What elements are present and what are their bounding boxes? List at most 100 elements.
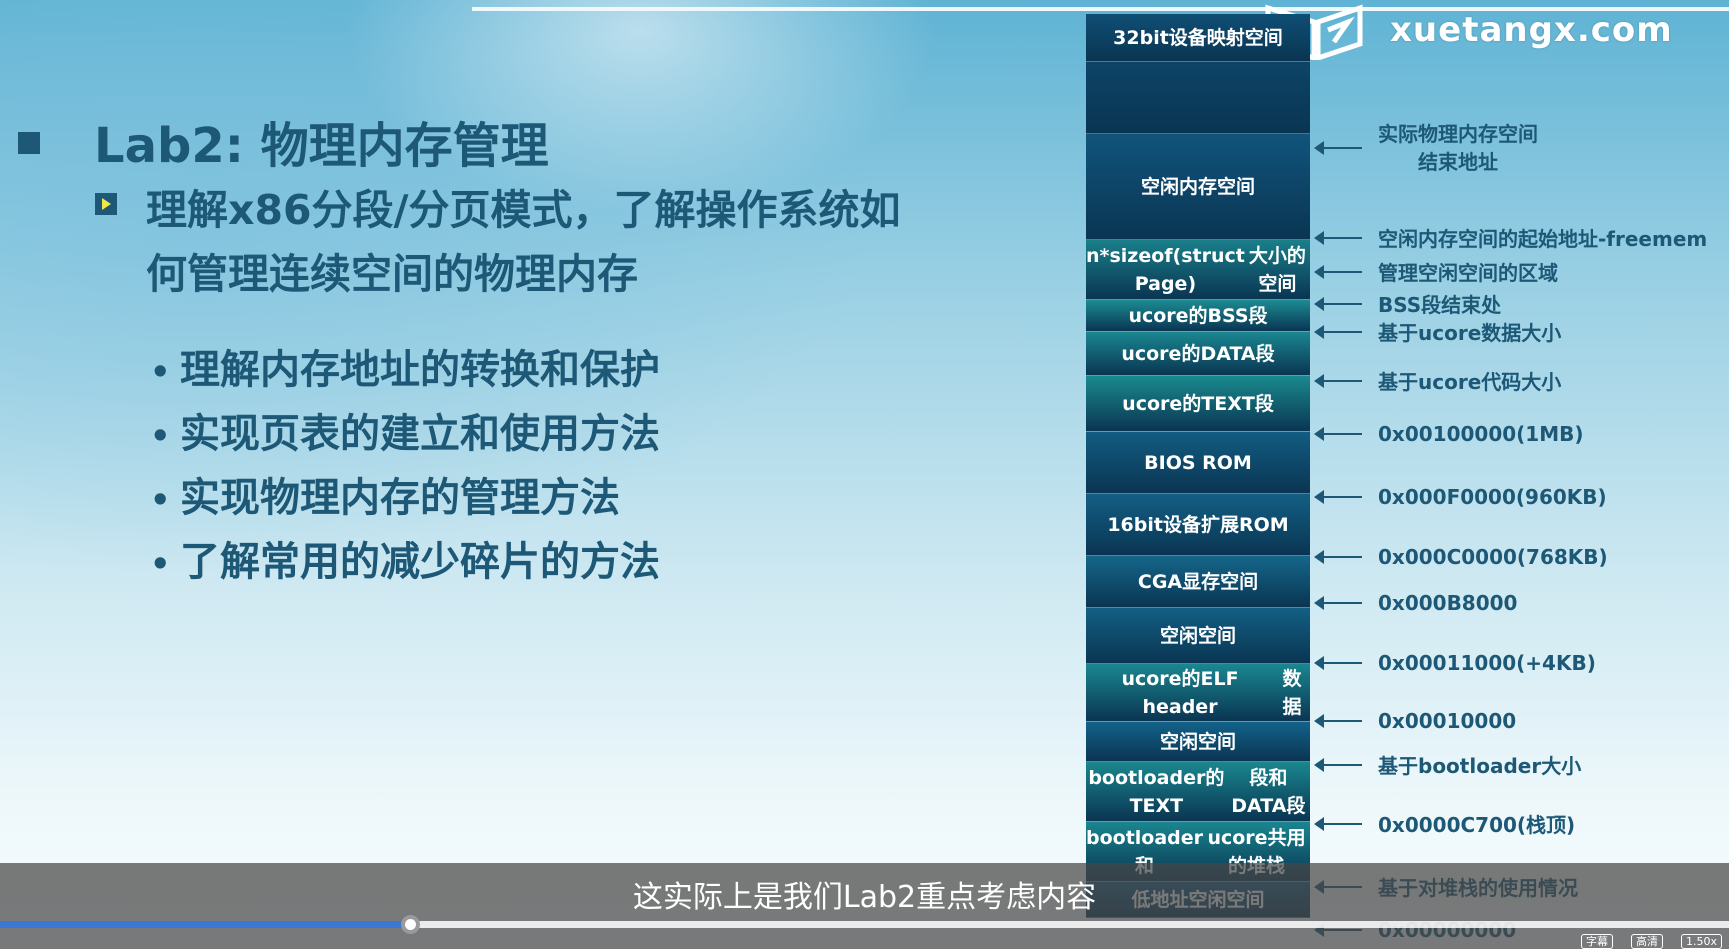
subtitles-button[interactable]: 字幕 [1581, 934, 1613, 949]
memory-block: 32bit设备映射空间 [1086, 14, 1310, 62]
memory-annotation-text: 0x00010000 [1378, 709, 1516, 733]
memory-annotation-text: 0x000B8000 [1378, 591, 1517, 615]
memory-annotation-text: BSS段结束处 [1378, 289, 1501, 318]
slide-subtitle: 理解x86分段/分页模式，了解操作系统如何管理连续空间的物理内存 [146, 186, 901, 298]
memory-map-column: 32bit设备映射空间空闲内存空间 n*sizeof(struct Page) 大小… [1086, 14, 1310, 918]
memory-annotation-text: 0x00011000(+4KB) [1378, 651, 1596, 675]
left-arrow-icon [1314, 714, 1362, 728]
slide-title: Lab2: 物理内存管理 [94, 118, 549, 174]
memory-block: 空闲内存空间 [1086, 134, 1310, 240]
play-bullet-icon [95, 193, 117, 215]
memory-annotation: 0x00100000(1MB) [1314, 422, 1584, 446]
brand-logo-text: xuetangx.com [1390, 10, 1673, 50]
memory-block-label: n*sizeof(struct Page) [1086, 244, 1245, 295]
memory-block: ucore的DATA段 [1086, 332, 1310, 376]
memory-block-label: ucore的DATA段 [1121, 342, 1275, 365]
left-arrow-icon [1314, 656, 1362, 670]
memory-block-label: 空闲空间 [1159, 624, 1236, 647]
memory-block-label: 32bit设备映射空间 [1113, 26, 1283, 49]
memory-block: ucore的ELF header 数据 [1086, 664, 1310, 722]
memory-annotation-text: 0x000F0000(960KB) [1378, 485, 1607, 509]
memory-block: BIOS ROM [1086, 432, 1310, 494]
memory-annotation: 基于ucore数据大小 [1314, 317, 1562, 346]
bullet-item: 实现物理内存的管理方法 [150, 466, 660, 530]
left-arrow-icon [1314, 816, 1362, 831]
memory-annotation-line: 空闲内存空间的起始地址-freemem [1378, 227, 1708, 251]
left-arrow-icon [1314, 490, 1362, 504]
memory-annotation-line: 实际物理内存空间 [1378, 122, 1538, 146]
memory-block-label: ucore的BSS段 [1128, 304, 1268, 327]
memory-block: 空闲空间 [1086, 722, 1310, 762]
left-arrow-icon [1314, 141, 1362, 155]
memory-block-label: 空闲空间 [1159, 730, 1236, 753]
left-arrow-icon [1314, 757, 1362, 772]
memory-block [1086, 62, 1310, 134]
memory-block-label: CGA显存空间 [1137, 570, 1259, 593]
left-arrow-icon [1314, 264, 1362, 279]
left-arrow-icon [1314, 550, 1362, 564]
memory-annotation-text: 基于ucore代码大小 [1378, 366, 1561, 395]
memory-annotation-text: 0x000C0000(768KB) [1378, 545, 1608, 569]
memory-annotation: 0x000B8000 [1314, 591, 1517, 615]
memory-block: bootloader的TEXT 段和DATA段 [1086, 762, 1310, 822]
memory-block: 空闲空间 [1086, 608, 1310, 664]
bullet-item: 实现页表的建立和使用方法 [150, 402, 660, 466]
memory-annotation-line: 0x000B8000 [1378, 591, 1518, 615]
memory-annotation-text: 空闲内存空间的起始地址-freemem [1378, 223, 1707, 252]
memory-annotation-text: 管理空闲空间的区域 [1378, 257, 1558, 286]
left-arrow-icon [1314, 296, 1362, 311]
memory-annotation: 空闲内存空间的起始地址-freemem [1314, 223, 1707, 252]
memory-annotation: 基于ucore代码大小 [1314, 366, 1561, 395]
memory-annotation-line: 基于ucore数据大小 [1378, 321, 1562, 345]
video-caption: 这实际上是我们Lab2重点考虑内容 [632, 880, 1097, 915]
memory-annotation-line: 结束地址 [1418, 150, 1498, 174]
memory-block-label: 大小的空间 [1248, 244, 1306, 295]
memory-annotation: BSS段结束处 [1314, 289, 1501, 318]
memory-annotation-text: 基于bootloader大小 [1378, 750, 1581, 779]
left-arrow-icon [1314, 373, 1362, 388]
memory-annotation-line: 管理空闲空间的区域 [1378, 261, 1558, 285]
memory-block: 16bit设备扩展ROM [1086, 494, 1310, 556]
memory-annotation-line: 0x00011000(+4KB) [1378, 651, 1596, 675]
bullet-item: 了解常用的减少碎片的方法 [150, 530, 660, 594]
progress-fill [0, 921, 410, 928]
memory-annotation: 实际物理内存空间 结束地址 [1314, 120, 1538, 176]
left-arrow-icon [1314, 230, 1362, 245]
memory-annotation: 0x0000C700(栈顶) [1314, 809, 1575, 838]
memory-block-label: 数据 [1282, 667, 1302, 718]
memory-block-label: bootloader的TEXT [1088, 766, 1225, 817]
memory-annotation: 基于bootloader大小 [1314, 750, 1581, 779]
memory-block-label: 段和DATA段 [1231, 766, 1306, 817]
memory-annotation: 0x00010000 [1314, 709, 1516, 733]
memory-annotation-line: 0x00010000 [1378, 709, 1517, 733]
left-arrow-icon [1314, 324, 1362, 339]
memory-block: CGA显存空间 [1086, 556, 1310, 608]
memory-annotation-line: BSS段结束处 [1378, 293, 1502, 317]
progress-thumb[interactable] [400, 915, 420, 934]
bullet-list: 理解内存地址的转换和保护 实现页表的建立和使用方法 实现物理内存的管理方法 了解… [150, 338, 660, 594]
memory-annotation-line: 基于bootloader大小 [1378, 754, 1582, 778]
memory-annotation-line: 0x000C0000(768KB) [1378, 545, 1608, 569]
slide: xuetangx.com Lab2: 物理内存管理 理解x86分段/分页模式，了… [0, 0, 1729, 949]
left-arrow-icon [1314, 596, 1362, 610]
memory-annotation: 0x00011000(+4KB) [1314, 651, 1596, 675]
memory-annotation: 0x000F0000(960KB) [1314, 485, 1607, 509]
memory-annotation-line: 0x0000C700(栈顶) [1378, 813, 1576, 837]
memory-block-label: ucore的ELF header [1121, 667, 1239, 718]
bullet-item: 理解内存地址的转换和保护 [150, 338, 660, 402]
memory-annotation-text: 实际物理内存空间 结束地址 [1378, 120, 1538, 176]
left-arrow-icon [1314, 427, 1362, 441]
memory-block: ucore的TEXT段 [1086, 376, 1310, 432]
memory-annotation-line: 0x00100000(1MB) [1378, 422, 1584, 446]
quality-button[interactable]: 高清 [1631, 934, 1663, 949]
memory-annotation: 0x000C0000(768KB) [1314, 545, 1608, 569]
memory-block-label: ucore的TEXT段 [1122, 392, 1274, 415]
speed-button[interactable]: 1.50x [1681, 934, 1723, 949]
progress-track[interactable] [0, 915, 1729, 934]
memory-block: n*sizeof(struct Page) 大小的空间 [1086, 240, 1310, 300]
memory-block-label: 16bit设备扩展ROM [1107, 513, 1289, 536]
square-bullet-icon [18, 132, 40, 154]
memory-annotation-line: 基于ucore代码大小 [1378, 370, 1562, 394]
memory-annotation-text: 0x0000C700(栈顶) [1378, 809, 1575, 838]
memory-annotation: 管理空闲空间的区域 [1314, 257, 1558, 286]
